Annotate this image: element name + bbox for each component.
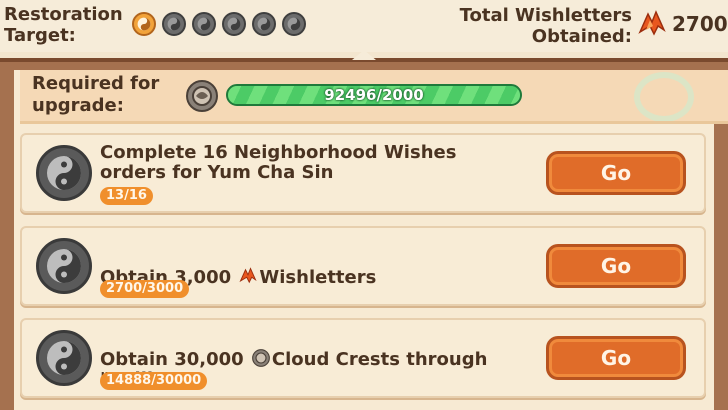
restoration-orbs bbox=[132, 12, 306, 36]
orb-icon bbox=[162, 12, 186, 36]
requirement-bar: Required for upgrade: 92496/2000 bbox=[20, 70, 728, 124]
task-title-suffix: Wishletters bbox=[259, 267, 377, 288]
task-progress-badge: 2700/3000 bbox=[100, 280, 190, 298]
total-wishletters-label: Total Wishletters Obtained: bbox=[459, 5, 632, 47]
task-card: Complete 16 Neighborhood Wishes orders f… bbox=[20, 133, 706, 213]
orb-icon bbox=[282, 12, 306, 36]
yin-yang-task-icon bbox=[36, 330, 92, 386]
cloud-crest-icon bbox=[252, 349, 270, 367]
wishletter-icon bbox=[239, 267, 257, 284]
restoration-target-label: Restoration Target: bbox=[4, 4, 123, 46]
panel-notch bbox=[352, 50, 376, 60]
task-card: Obtain 3,000 Wishletters 2700/3000 Go bbox=[20, 226, 706, 306]
go-button[interactable]: Go bbox=[546, 151, 686, 195]
upgrade-progress-text: 92496/2000 bbox=[324, 86, 424, 104]
task-title: Complete 16 Neighborhood Wishes orders f… bbox=[100, 142, 457, 183]
orb-icon bbox=[192, 12, 216, 36]
orb-icon bbox=[132, 12, 156, 36]
total-wishletters-value: 2700 bbox=[672, 12, 728, 36]
task-progress-badge: 14888/30000 bbox=[100, 372, 208, 390]
go-button[interactable]: Go bbox=[546, 336, 686, 380]
orb-icon bbox=[252, 12, 276, 36]
task-card: Obtain 30,000 Cloud Crests through "Sell… bbox=[20, 318, 706, 398]
task-title-prefix: Obtain 30,000 bbox=[100, 349, 250, 370]
task-progress-badge: 13/16 bbox=[100, 187, 153, 205]
orb-icon bbox=[222, 12, 246, 36]
go-button[interactable]: Go bbox=[546, 244, 686, 288]
wishletter-icon bbox=[638, 10, 666, 36]
required-for-upgrade-label: Required for upgrade: bbox=[32, 73, 160, 116]
cloud-crest-icon bbox=[186, 80, 218, 112]
checkmark-background-icon bbox=[634, 72, 694, 121]
yin-yang-task-icon bbox=[36, 238, 92, 294]
upgrade-progress-bar: 92496/2000 bbox=[226, 84, 522, 106]
yin-yang-task-icon bbox=[36, 145, 92, 201]
